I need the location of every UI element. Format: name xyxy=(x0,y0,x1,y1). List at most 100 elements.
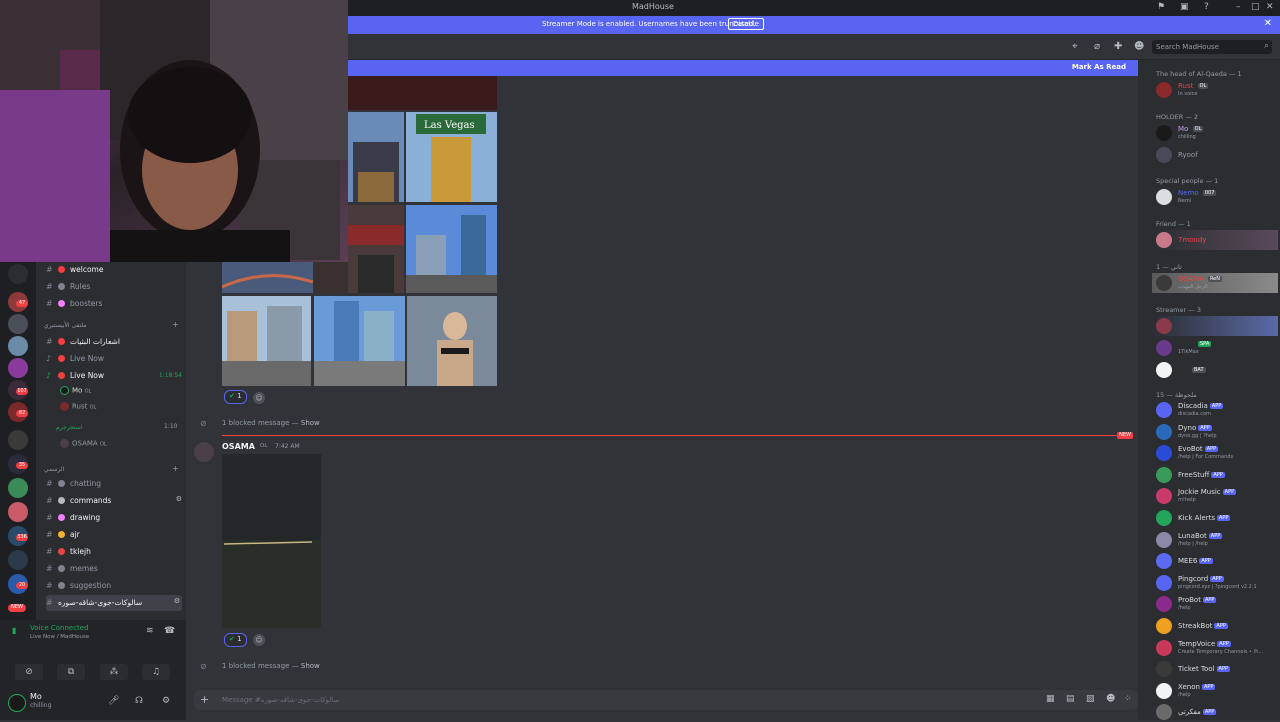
server-icon[interactable] xyxy=(8,550,28,570)
member-item-bot[interactable]: Pingcord APP pingcord.xyz | ?pingcord v2.2… xyxy=(1152,573,1278,593)
minimize-icon[interactable]: – xyxy=(1236,2,1241,12)
noise-icon[interactable]: ≋ xyxy=(146,626,154,636)
message-author[interactable]: OSAMA xyxy=(222,442,255,451)
channel-ajr[interactable]: # ajr xyxy=(46,527,182,543)
disable-button[interactable]: Disable xyxy=(728,18,764,30)
image-attachment[interactable] xyxy=(348,76,497,110)
server-icon[interactable] xyxy=(8,358,28,378)
emoji-icon[interactable]: ☻ xyxy=(1106,694,1115,704)
server-icon[interactable] xyxy=(8,502,28,522)
gear-icon[interactable]: ⚙ xyxy=(162,696,170,706)
image-attachment[interactable] xyxy=(406,205,497,293)
add-channel-icon[interactable]: + xyxy=(172,464,179,473)
member-item-bot[interactable]: MEE6 APP xyxy=(1152,551,1278,571)
member-item-bot[interactable]: ProBot APP/help xyxy=(1152,594,1278,614)
member-item[interactable]: SPA 1TikMax xyxy=(1152,338,1278,358)
camera-off-button[interactable]: ⊘ xyxy=(15,664,43,680)
member-item[interactable]: Nemo 007 Nemi xyxy=(1152,187,1278,207)
image-attachment[interactable] xyxy=(314,296,405,386)
channel-selected[interactable]: # سالوكات-جوى-شاقه-صوره ⚙ xyxy=(46,595,182,611)
add-channel-icon[interactable]: + xyxy=(172,320,179,329)
member-item-bot[interactable]: Kick Alerts APP xyxy=(1152,508,1278,528)
avatar[interactable] xyxy=(8,694,26,712)
headphones-icon[interactable]: ☊ xyxy=(135,696,143,706)
image-attachment[interactable] xyxy=(348,112,404,202)
image-attachment[interactable] xyxy=(222,454,321,628)
member-item-bot[interactable]: Discadia APP discadia.com xyxy=(1152,400,1278,420)
member-item[interactable]: Ryoof xyxy=(1152,145,1278,165)
reaction-check[interactable]: ✔ 1 xyxy=(224,633,247,647)
reaction-check[interactable]: ✔ 1 xyxy=(224,390,247,404)
member-item-bot[interactable]: Ticket Tool APP xyxy=(1152,659,1278,679)
settings-icon[interactable]: ⚙ xyxy=(174,597,180,605)
member-item[interactable]: BAT xyxy=(1152,360,1278,380)
show-blocked-button[interactable]: Show xyxy=(301,662,320,670)
attach-plus-icon[interactable]: + xyxy=(200,693,209,706)
avatar[interactable] xyxy=(194,442,214,462)
voice-channel-sub[interactable]: استجرجرم xyxy=(56,424,82,431)
channel-drawing[interactable]: # drawing xyxy=(46,510,182,526)
image-attachment[interactable]: Las Vegas xyxy=(406,112,497,202)
image-attachment[interactable] xyxy=(407,296,497,386)
member-item[interactable] xyxy=(1152,316,1278,336)
mark-as-read-button[interactable]: Mark As Read xyxy=(1072,63,1126,71)
add-reaction-icon[interactable]: ☺ xyxy=(253,634,265,646)
server-icon[interactable] xyxy=(8,430,28,450)
member-item-bot[interactable]: Xenon APP/help xyxy=(1152,681,1278,701)
server-icon[interactable] xyxy=(8,478,28,498)
gift-icon[interactable]: ▦ xyxy=(1046,694,1055,704)
member-item-bot[interactable]: Dyno APP dyno.gg | ?help xyxy=(1152,422,1278,442)
image-attachment[interactable] xyxy=(348,205,404,293)
close-window-icon[interactable]: ✕ xyxy=(1266,2,1274,12)
voice-channel-live-1[interactable]: ♪ Live Now xyxy=(46,351,182,367)
close-banner-icon[interactable]: ✕ xyxy=(1264,18,1272,29)
image-attachment[interactable] xyxy=(315,262,346,293)
pin-icon[interactable]: ✚ xyxy=(1114,41,1122,52)
microphone-icon[interactable]: 🎤︎ xyxy=(108,696,119,706)
server-icon[interactable] xyxy=(8,336,28,356)
channel-memes[interactable]: # memes xyxy=(46,561,182,577)
channel-welcome[interactable]: # welcome xyxy=(46,262,182,278)
show-blocked-button[interactable]: Show xyxy=(301,419,320,427)
member-item[interactable]: Mo OL chilling xyxy=(1152,123,1278,143)
gif-icon[interactable]: ▤ xyxy=(1066,694,1075,704)
voice-channel-name[interactable]: Live Now / MadHouse xyxy=(30,634,89,640)
screen-icon[interactable]: ▣ xyxy=(1180,2,1189,12)
channel-commands[interactable]: # commands ⚙ xyxy=(46,493,182,509)
channel-chatting[interactable]: # chatting xyxy=(46,476,182,492)
member-item-bot[interactable]: LunaBot APP/help | /help xyxy=(1152,530,1278,550)
voice-user[interactable]: Rust OL xyxy=(60,402,96,411)
disconnect-icon[interactable]: ☎ xyxy=(164,626,175,636)
inbox-icon[interactable]: ⚑ xyxy=(1157,2,1165,12)
member-item-bot[interactable]: EvoBot APP/help | For Commands xyxy=(1152,443,1278,463)
apps-icon[interactable]: ⁘ xyxy=(1124,694,1132,704)
channel-boosters[interactable]: # boosters xyxy=(46,296,182,312)
voice-channel-live-2[interactable]: ♪ Live Now 1:18:54 xyxy=(46,368,182,384)
settings-icon[interactable]: ⚙ xyxy=(176,495,182,503)
screen-share-button[interactable]: ⧉ xyxy=(57,664,85,680)
search-input[interactable]: Search MadHouse ⌕ xyxy=(1152,40,1272,54)
channel-tklejh[interactable]: # tklejh xyxy=(46,544,182,560)
server-icon[interactable] xyxy=(8,264,28,284)
member-item[interactable]: OSAMA ReN الرجل المهذب xyxy=(1152,273,1278,293)
soundboard-button[interactable]: ♫ xyxy=(142,664,170,680)
members-icon[interactable]: ☻ xyxy=(1134,41,1144,52)
member-item-bot[interactable]: TempVoice APP Create Temporary Channels • … xyxy=(1152,638,1278,658)
server-icon[interactable] xyxy=(8,314,28,334)
member-item-bot[interactable]: Jockie Music APP m!help xyxy=(1152,486,1278,506)
category-header[interactable]: الرسمي xyxy=(44,466,64,473)
sticker-icon[interactable]: ▧ xyxy=(1086,694,1095,704)
member-item-bot[interactable]: مفكرتي APP xyxy=(1152,702,1278,722)
member-item[interactable]: 7moody xyxy=(1152,230,1278,250)
channel-suggestion[interactable]: # suggestion xyxy=(46,578,182,594)
threads-icon[interactable]: ⌖ xyxy=(1072,41,1078,52)
member-item-bot[interactable]: StreakBot APP xyxy=(1152,616,1278,636)
image-attachment[interactable] xyxy=(222,296,311,386)
maximize-icon[interactable]: □ xyxy=(1251,2,1260,12)
message-composer[interactable]: + Message #سالوكات-جوى-شاقه-صوره ▦ ▤ ▧ ☻… xyxy=(194,690,1138,710)
add-reaction-icon[interactable]: ☺ xyxy=(253,392,265,404)
help-icon[interactable]: ? xyxy=(1204,2,1209,12)
category-header[interactable]: ملتقى الأبيستيري xyxy=(44,322,87,329)
voice-user[interactable]: Mo OL xyxy=(60,386,91,395)
image-attachment[interactable] xyxy=(222,262,313,293)
